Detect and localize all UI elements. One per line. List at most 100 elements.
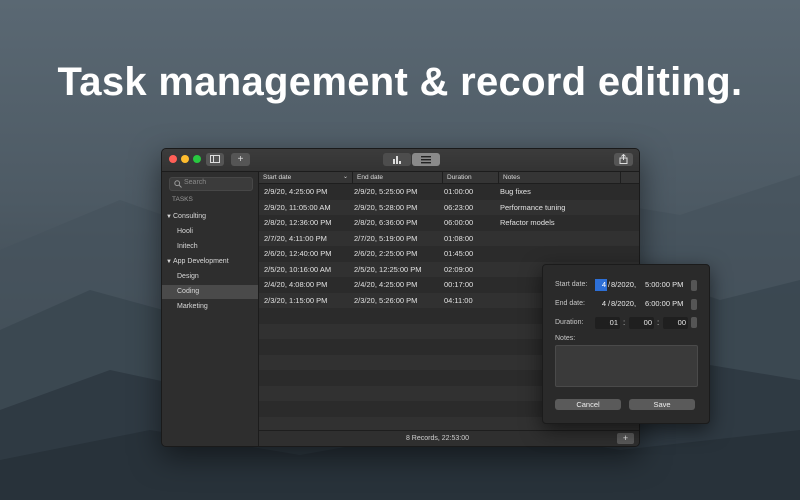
duration-label: Duration:: [555, 319, 584, 326]
end-date-field[interactable]: 4 / 8/2020, 6:00:00 PM: [595, 298, 689, 310]
end-date-stepper[interactable]: [691, 299, 697, 310]
end-date-cell: 2/3/20, 5:26:00 PM: [354, 295, 418, 305]
duration-stepper[interactable]: [691, 317, 697, 328]
close-window-button[interactable]: [169, 155, 177, 163]
start-date-label: Start date:: [555, 281, 588, 288]
notes-textarea[interactable]: [555, 345, 698, 387]
share-button[interactable]: [614, 153, 633, 166]
records-summary: 8 Records, 22:53:00: [405, 435, 470, 442]
end-date-cell: 2/5/20, 12:25:00 PM: [354, 264, 422, 274]
sidebar-item-design[interactable]: Design: [162, 270, 258, 284]
bar-chart-icon: [393, 156, 401, 164]
colon: :: [657, 318, 660, 327]
table-row[interactable]: 2/9/20, 4:25:00 PM 2/9/20, 5:25:00 PM 01:0…: [259, 184, 639, 200]
edit-record-popover: Start date: 4 / 8/2020, 5:00:00 PM End d…: [542, 264, 710, 424]
start-date-cell: 2/9/20, 4:25:00 PM: [264, 187, 328, 196]
table-row[interactable]: 2/8/20, 12:36:00 PM 2/8/20, 6:36:00 PM 06:…: [259, 215, 639, 231]
share-icon: [619, 153, 628, 164]
end-date-label: End date:: [555, 300, 585, 307]
item-label: Initech: [177, 243, 198, 250]
start-date-cell: 2/9/20, 11:05:00 AM: [264, 202, 331, 212]
column-label: Start date: [263, 174, 292, 181]
duration-cell: 00:17:00: [444, 280, 474, 289]
notes-cell: Bug fixes: [500, 187, 531, 196]
duration-cell: 06:00:00: [444, 218, 474, 227]
disclosure-triangle-icon: ▼: [166, 259, 172, 265]
start-date-cell: 2/3/20, 1:15:00 PM: [264, 295, 328, 305]
disclosure-triangle-icon: ▼: [166, 214, 172, 220]
item-label: Coding: [177, 288, 200, 295]
sidebar-item-hooli[interactable]: Hooli: [162, 225, 258, 239]
status-bar: 8 Records, 22:53:00 +: [259, 430, 639, 446]
end-date-cell: 2/9/20, 5:25:00 PM: [354, 187, 418, 196]
table-header: Start date ⌄ End date Duration Notes: [259, 172, 639, 184]
start-date-cell: 2/5/20, 10:16:00 AM: [264, 264, 332, 274]
colon: :: [623, 318, 626, 327]
column-header-end-date[interactable]: End date: [353, 172, 443, 183]
sidebar-item-coding[interactable]: Coding: [162, 285, 258, 299]
item-label: Marketing: [177, 303, 208, 310]
column-label: End date: [357, 174, 384, 181]
notes-cell: Refactor models: [500, 218, 555, 227]
duration-cell: 01:00:00: [444, 187, 474, 196]
notes-cell: Performance tuning: [500, 202, 566, 212]
start-date-segment[interactable]: 8/2020,: [611, 279, 636, 291]
end-date-cell: 2/6/20, 2:25:00 PM: [354, 249, 418, 258]
headline: Task management & record editing.: [57, 60, 743, 104]
duration-seconds-field[interactable]: 00: [663, 317, 688, 329]
column-header-duration[interactable]: Duration: [443, 172, 499, 183]
start-date-stepper[interactable]: [691, 280, 697, 291]
end-time-segment[interactable]: 6:00:00 PM: [645, 298, 683, 310]
plus-icon: +: [237, 154, 244, 165]
column-header-notes[interactable]: Notes: [499, 172, 621, 183]
start-month-segment[interactable]: 4: [595, 279, 607, 291]
minimize-window-button[interactable]: [181, 155, 189, 163]
slash: /: [608, 299, 611, 308]
cancel-button[interactable]: Cancel: [555, 399, 621, 410]
end-date-cell: 2/7/20, 5:19:00 PM: [354, 233, 418, 243]
start-time-segment[interactable]: 5:00:00 PM: [645, 279, 683, 291]
start-date-cell: 2/4/20, 4:08:00 PM: [264, 280, 328, 289]
sidebar-group-consulting[interactable]: ▼ Consulting: [162, 210, 258, 224]
sidebar-group-app-development[interactable]: ▼ App Development: [162, 255, 258, 269]
zoom-window-button[interactable]: [193, 155, 201, 163]
add-task-button[interactable]: +: [231, 153, 250, 166]
sidebar-item-initech[interactable]: Initech: [162, 240, 258, 254]
sidebar: Search TASKS ▼ Consulting Hooli Initech …: [162, 172, 259, 446]
plus-icon: +: [622, 433, 629, 443]
start-date-cell: 2/6/20, 12:40:00 PM: [264, 249, 332, 258]
duration-hours-field[interactable]: 01: [595, 317, 620, 329]
table-row[interactable]: 2/7/20, 4:11:00 PM 2/7/20, 5:19:00 PM 01:0…: [259, 230, 639, 246]
list-view-tab[interactable]: [412, 153, 440, 166]
sort-chevron-icon: ⌄: [342, 174, 348, 180]
start-date-field[interactable]: 4 / 8/2020, 5:00:00 PM: [595, 279, 689, 291]
duration-cell: 02:09:00: [444, 264, 474, 274]
column-header-start-date[interactable]: Start date ⌄: [259, 172, 353, 183]
table-row[interactable]: 2/6/20, 12:40:00 PM 2/6/20, 2:25:00 PM 01:…: [259, 246, 639, 262]
add-record-button[interactable]: +: [617, 433, 634, 444]
end-date-cell: 2/4/20, 4:25:00 PM: [354, 280, 418, 289]
duration-cell: 06:23:00: [444, 202, 474, 212]
chart-view-tab[interactable]: [383, 153, 411, 166]
end-month-segment[interactable]: 4: [595, 298, 607, 310]
column-label: Notes: [503, 174, 520, 181]
end-date-cell: 2/9/20, 5:28:00 PM: [354, 202, 418, 212]
save-button[interactable]: Save: [629, 399, 695, 410]
table-row[interactable]: 2/9/20, 11:05:00 AM 2/9/20, 5:28:00 PM 06:…: [259, 199, 639, 215]
sidebar-icon: [210, 155, 220, 163]
group-label: App Development: [173, 258, 229, 265]
duration-cell: 01:45:00: [444, 249, 474, 258]
end-date-segment[interactable]: 8/2020,: [611, 298, 636, 310]
duration-minutes-field[interactable]: 00: [629, 317, 654, 329]
start-date-cell: 2/7/20, 4:11:00 PM: [264, 233, 327, 243]
search-placeholder: Search: [184, 179, 207, 186]
column-label: Duration: [447, 174, 472, 181]
search-icon: [174, 180, 182, 188]
sidebar-toggle-button[interactable]: [206, 153, 224, 166]
duration-cell: 04:11:00: [444, 295, 473, 305]
notes-label: Notes:: [555, 335, 576, 342]
search-field[interactable]: Search: [169, 177, 253, 191]
item-label: Hooli: [177, 228, 193, 235]
sidebar-item-marketing[interactable]: Marketing: [162, 300, 258, 314]
list-icon: [421, 156, 431, 164]
